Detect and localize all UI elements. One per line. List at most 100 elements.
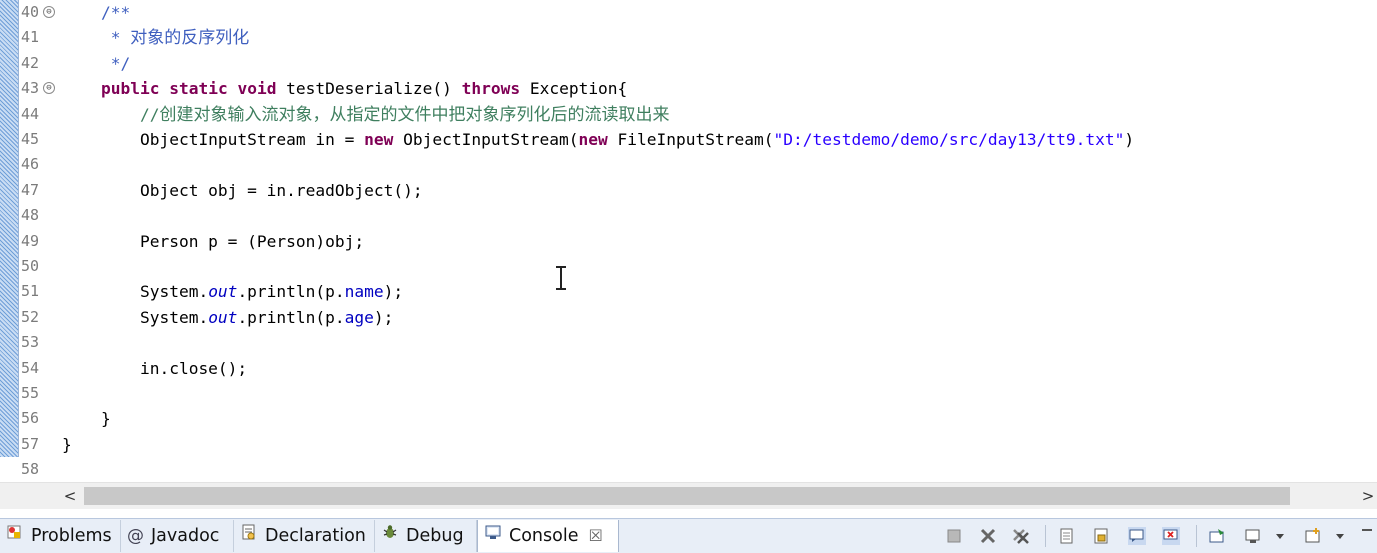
tab-label: Problems: [31, 526, 112, 546]
problems-icon: [6, 520, 24, 552]
tab-console[interactable]: Console ☒: [477, 520, 619, 552]
display-dropdown-icon[interactable]: [1274, 527, 1286, 545]
line-number: 49: [21, 231, 40, 250]
line-number: 58: [21, 460, 40, 479]
code-line[interactable]: 51 System.out.println(p.name);: [0, 279, 1377, 304]
tab-label: Javadoc: [151, 526, 220, 546]
declaration-icon: [240, 520, 258, 552]
code-token: out: [208, 307, 238, 327]
code-token: */: [62, 53, 131, 73]
fold-collapse-icon[interactable]: ⊖: [43, 82, 55, 95]
code-token: );: [373, 307, 394, 327]
code-text: public static void testDeserialize() thr…: [62, 76, 627, 101]
code-line[interactable]: 55: [0, 381, 1377, 406]
code-token: Exception{: [520, 79, 628, 99]
code-line[interactable]: 47 Object obj = in.readObject();: [0, 178, 1377, 203]
tab-declaration[interactable]: Declaration: [234, 520, 375, 552]
code-token: *: [62, 28, 131, 48]
code-token: Object obj = in.readObject();: [62, 180, 423, 200]
code-line[interactable]: 41 * 对象的反序列化: [0, 25, 1377, 50]
code-line[interactable]: 43 ⊖ public static void testDeserialize()…: [0, 76, 1377, 101]
code-line[interactable]: 57}: [0, 432, 1377, 457]
show-stderr-icon[interactable]: [1162, 527, 1180, 545]
open-console-icon[interactable]: [1304, 527, 1322, 545]
line-number: 53: [21, 333, 40, 352]
line-number: 47: [21, 180, 40, 199]
code-line[interactable]: 52 System.out.println(p.age);: [0, 305, 1377, 330]
code-line[interactable]: 53: [0, 330, 1377, 355]
tab-javadoc[interactable]: @ Javadoc: [121, 520, 234, 552]
remove-launch-icon[interactable]: [979, 527, 997, 545]
bottom-panel-tabbar: Problems @ Javadoc Declaration Debug Cons…: [0, 518, 1377, 553]
line-number: 51: [21, 282, 40, 301]
code-line[interactable]: 46: [0, 152, 1377, 177]
tab-problems[interactable]: Problems: [0, 520, 121, 552]
code-token: System.: [62, 282, 209, 302]
line-number: 44: [21, 104, 40, 123]
fold-collapse-icon[interactable]: ⊖: [43, 6, 55, 18]
line-number: 56: [21, 409, 40, 428]
display-console-icon[interactable]: [1244, 527, 1262, 545]
code-text: }: [62, 432, 72, 457]
open-dropdown-icon[interactable]: [1334, 527, 1346, 545]
tab-debug[interactable]: Debug: [375, 520, 477, 552]
scrollbar-thumb[interactable]: [84, 487, 1290, 505]
code-token: name: [344, 282, 384, 302]
line-number: 46: [21, 155, 40, 174]
remove-all-icon[interactable]: [1012, 527, 1030, 545]
code-token: public: [100, 79, 160, 99]
code-token: );: [383, 282, 404, 302]
code-line[interactable]: 49 Person p = (Person)obj;: [0, 229, 1377, 254]
code-token: void: [237, 79, 277, 99]
pin-console-icon[interactable]: [1208, 527, 1226, 545]
show-stdout-icon[interactable]: [1128, 527, 1146, 545]
code-text: System.out.println(p.name);: [62, 279, 403, 304]
terminate-icon[interactable]: [945, 527, 963, 545]
minimize-icon[interactable]: [1360, 527, 1374, 545]
code-token: 对象的反序列化: [130, 28, 250, 49]
scroll-left-button[interactable]: <: [60, 485, 80, 507]
code-text: }: [62, 406, 111, 431]
scroll-right-button[interactable]: >: [1358, 485, 1377, 507]
at-icon: @: [127, 526, 144, 546]
code-line[interactable]: 44 //创建对象输入流对象，从指定的文件中把对象序列化后的流读取出来: [0, 102, 1377, 127]
code-token: Person p = (Person)obj;: [62, 231, 365, 251]
code-line[interactable]: 45 ObjectInputStream in = new ObjectInpu…: [0, 127, 1377, 152]
code-line[interactable]: 42 */: [0, 51, 1377, 76]
horizontal-scrollbar[interactable]: < >: [0, 482, 1377, 509]
text-cursor-icon: [556, 266, 566, 290]
code-line[interactable]: 58: [0, 457, 1377, 482]
code-token: .println(p.: [237, 307, 345, 327]
code-text: */: [62, 51, 131, 76]
code-token: }: [62, 434, 72, 454]
toolbar-separator: [1045, 525, 1046, 547]
code-line[interactable]: 40 ⊖ /**: [0, 0, 1377, 25]
code-token: 创建对象输入流对象，从指定的文件中把对象序列化后的流读取出来: [159, 104, 670, 125]
code-token: new: [364, 130, 394, 149]
code-token: /**: [62, 3, 131, 22]
line-number: 48: [21, 206, 40, 225]
code-token: age: [344, 307, 374, 327]
line-number: 52: [21, 307, 40, 326]
close-icon[interactable]: ☒: [588, 526, 602, 545]
line-number: 41: [21, 28, 40, 47]
line-number: 57: [21, 434, 40, 453]
code-editor[interactable]: 40 ⊖ /** 41 * 对象的反序列化 42 */43 ⊖ public stati…: [0, 0, 1377, 482]
clear-console-icon[interactable]: [1058, 527, 1076, 545]
console-icon: [484, 520, 502, 552]
code-line[interactable]: 48: [0, 203, 1377, 228]
code-line[interactable]: 50: [0, 254, 1377, 279]
line-number: 55: [21, 384, 40, 402]
code-token: "D:/testdemo/demo/src/day13/tt9.txt": [773, 130, 1125, 149]
tab-label: Debug: [406, 526, 464, 546]
code-token: new: [578, 130, 608, 149]
code-line[interactable]: 54 in.close();: [0, 356, 1377, 381]
code-text: /**: [62, 0, 130, 25]
code-text: in.close();: [62, 356, 247, 381]
code-token: System.: [62, 307, 209, 327]
scroll-lock-icon[interactable]: [1092, 527, 1110, 545]
code-line[interactable]: 56 }: [0, 406, 1377, 431]
code-text: Object obj = in.readObject();: [62, 178, 423, 203]
